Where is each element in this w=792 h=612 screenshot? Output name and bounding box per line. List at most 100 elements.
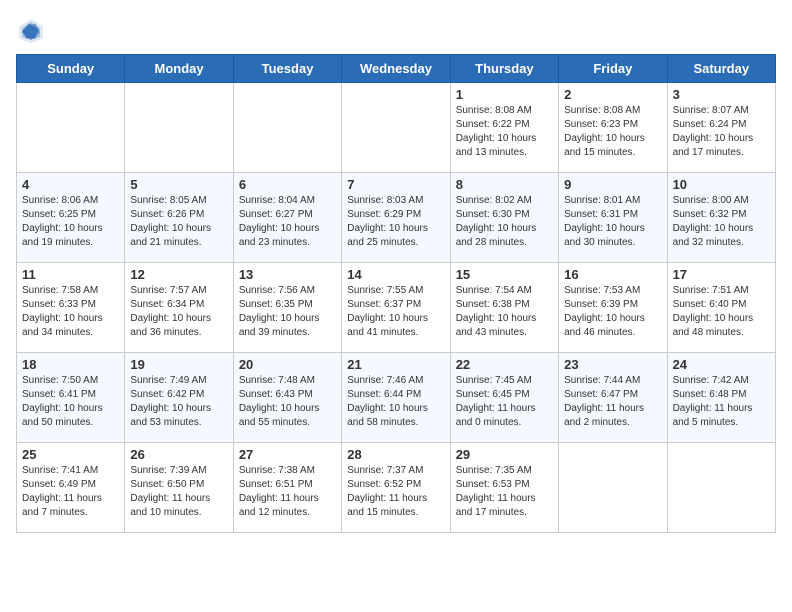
day-number: 15: [456, 267, 553, 282]
calendar-cell: 22 Sunrise: 7:45 AM Sunset: 6:45 PM Dayli…: [450, 353, 558, 443]
calendar-cell: 11Sunrise: 7:58 AM Sunset: 6:33 PM Dayli…: [17, 263, 125, 353]
weekday-header-sunday: Sunday: [17, 55, 125, 83]
calendar-cell: 10 Sunrise: 8:00 AM Sunset: 6:32 PM Dayli…: [667, 173, 775, 263]
day-number: 22: [456, 357, 553, 372]
calendar-cell: 15 Sunrise: 7:54 AM Sunset: 6:38 PM Dayli…: [450, 263, 558, 353]
calendar-week-5: 25 Sunrise: 7:41 AM Sunset: 6:49 PM Dayli…: [17, 443, 776, 533]
calendar-cell: 5Sunrise: 8:05 AM Sunset: 6:26 PM Daylig…: [125, 173, 233, 263]
day-number: 26: [130, 447, 227, 462]
calendar-cell: 27Sunrise: 7:38 AM Sunset: 6:51 PM Dayli…: [233, 443, 341, 533]
page-header: [16, 16, 776, 46]
weekday-header-wednesday: Wednesday: [342, 55, 450, 83]
day-number: 9: [564, 177, 661, 192]
calendar-cell: 26Sunrise: 7:39 AM Sunset: 6:50 PM Dayli…: [125, 443, 233, 533]
calendar-week-1: 1 Sunrise: 8:08 AM Sunset: 6:22 PM Daylig…: [17, 83, 776, 173]
day-number: 10: [673, 177, 770, 192]
calendar-cell: 17 Sunrise: 7:51 AM Sunset: 6:40 PM Dayli…: [667, 263, 775, 353]
day-number: 3: [673, 87, 770, 102]
calendar-cell: 9 Sunrise: 8:01 AM Sunset: 6:31 PM Daylig…: [559, 173, 667, 263]
weekday-header-tuesday: Tuesday: [233, 55, 341, 83]
calendar-cell: 21 Sunrise: 7:46 AM Sunset: 6:44 PM Dayli…: [342, 353, 450, 443]
day-number: 25: [22, 447, 119, 462]
day-info: Sunrise: 8:08 AM Sunset: 6:23 PM Dayligh…: [564, 104, 661, 160]
day-number: 6: [239, 177, 336, 192]
calendar-week-2: 4 Sunrise: 8:06 AM Sunset: 6:25 PM Daylig…: [17, 173, 776, 263]
calendar-cell: [233, 83, 341, 173]
day-number: 23: [564, 357, 661, 372]
day-number: 17: [673, 267, 770, 282]
calendar-week-3: 11Sunrise: 7:58 AM Sunset: 6:33 PM Dayli…: [17, 263, 776, 353]
calendar-cell: 18Sunrise: 7:50 AM Sunset: 6:41 PM Dayli…: [17, 353, 125, 443]
day-number: 20: [239, 357, 336, 372]
calendar-cell: 7 Sunrise: 8:03 AM Sunset: 6:29 PM Daylig…: [342, 173, 450, 263]
weekday-header-monday: Monday: [125, 55, 233, 83]
day-info: Sunrise: 8:01 AM Sunset: 6:31 PM Dayligh…: [564, 194, 661, 250]
day-info: Sunrise: 7:38 AM Sunset: 6:51 PM Dayligh…: [239, 464, 336, 520]
calendar-cell: 1 Sunrise: 8:08 AM Sunset: 6:22 PM Daylig…: [450, 83, 558, 173]
calendar-cell: [559, 443, 667, 533]
day-info: Sunrise: 8:03 AM Sunset: 6:29 PM Dayligh…: [347, 194, 444, 250]
calendar-cell: [17, 83, 125, 173]
calendar-cell: 3 Sunrise: 8:07 AM Sunset: 6:24 PM Daylig…: [667, 83, 775, 173]
day-number: 12: [130, 267, 227, 282]
calendar-cell: 25 Sunrise: 7:41 AM Sunset: 6:49 PM Dayli…: [17, 443, 125, 533]
calendar-week-4: 18Sunrise: 7:50 AM Sunset: 6:41 PM Dayli…: [17, 353, 776, 443]
day-number: 8: [456, 177, 553, 192]
day-info: Sunrise: 7:50 AM Sunset: 6:41 PM Dayligh…: [22, 374, 119, 430]
calendar-cell: 23 Sunrise: 7:44 AM Sunset: 6:47 PM Dayli…: [559, 353, 667, 443]
calendar-cell: 14 Sunrise: 7:55 AM Sunset: 6:37 PM Dayli…: [342, 263, 450, 353]
calendar-cell: 29Sunrise: 7:35 AM Sunset: 6:53 PM Dayli…: [450, 443, 558, 533]
weekday-header-saturday: Saturday: [667, 55, 775, 83]
calendar-cell: 24Sunrise: 7:42 AM Sunset: 6:48 PM Dayli…: [667, 353, 775, 443]
day-number: 21: [347, 357, 444, 372]
day-number: 13: [239, 267, 336, 282]
calendar-cell: 6 Sunrise: 8:04 AM Sunset: 6:27 PM Daylig…: [233, 173, 341, 263]
calendar-cell: 12Sunrise: 7:57 AM Sunset: 6:34 PM Dayli…: [125, 263, 233, 353]
calendar-cell: 16 Sunrise: 7:53 AM Sunset: 6:39 PM Dayli…: [559, 263, 667, 353]
calendar-cell: 13 Sunrise: 7:56 AM Sunset: 6:35 PM Dayli…: [233, 263, 341, 353]
day-info: Sunrise: 7:53 AM Sunset: 6:39 PM Dayligh…: [564, 284, 661, 340]
day-info: Sunrise: 7:56 AM Sunset: 6:35 PM Dayligh…: [239, 284, 336, 340]
calendar-cell: 2 Sunrise: 8:08 AM Sunset: 6:23 PM Daylig…: [559, 83, 667, 173]
calendar-cell: 19 Sunrise: 7:49 AM Sunset: 6:42 PM Dayli…: [125, 353, 233, 443]
day-info: Sunrise: 7:41 AM Sunset: 6:49 PM Dayligh…: [22, 464, 119, 520]
day-number: 2: [564, 87, 661, 102]
day-info: Sunrise: 7:44 AM Sunset: 6:47 PM Dayligh…: [564, 374, 661, 430]
day-number: 24: [673, 357, 770, 372]
calendar-cell: [125, 83, 233, 173]
day-info: Sunrise: 8:04 AM Sunset: 6:27 PM Dayligh…: [239, 194, 336, 250]
day-number: 19: [130, 357, 227, 372]
day-number: 1: [456, 87, 553, 102]
day-number: 4: [22, 177, 119, 192]
day-info: Sunrise: 7:58 AM Sunset: 6:33 PM Dayligh…: [22, 284, 119, 340]
day-info: Sunrise: 7:37 AM Sunset: 6:52 PM Dayligh…: [347, 464, 444, 520]
day-number: 28: [347, 447, 444, 462]
calendar-table: SundayMondayTuesdayWednesdayThursdayFrid…: [16, 54, 776, 533]
day-info: Sunrise: 7:46 AM Sunset: 6:44 PM Dayligh…: [347, 374, 444, 430]
weekday-header-thursday: Thursday: [450, 55, 558, 83]
calendar-cell: [342, 83, 450, 173]
day-info: Sunrise: 7:55 AM Sunset: 6:37 PM Dayligh…: [347, 284, 444, 340]
day-info: Sunrise: 7:49 AM Sunset: 6:42 PM Dayligh…: [130, 374, 227, 430]
logo-icon: [16, 16, 46, 46]
day-info: Sunrise: 7:54 AM Sunset: 6:38 PM Dayligh…: [456, 284, 553, 340]
day-info: Sunrise: 8:02 AM Sunset: 6:30 PM Dayligh…: [456, 194, 553, 250]
calendar-cell: 4 Sunrise: 8:06 AM Sunset: 6:25 PM Daylig…: [17, 173, 125, 263]
day-number: 16: [564, 267, 661, 282]
day-number: 5: [130, 177, 227, 192]
day-info: Sunrise: 8:00 AM Sunset: 6:32 PM Dayligh…: [673, 194, 770, 250]
calendar-cell: [667, 443, 775, 533]
day-info: Sunrise: 8:07 AM Sunset: 6:24 PM Dayligh…: [673, 104, 770, 160]
day-number: 7: [347, 177, 444, 192]
calendar-cell: 20 Sunrise: 7:48 AM Sunset: 6:43 PM Dayli…: [233, 353, 341, 443]
calendar-cell: 8 Sunrise: 8:02 AM Sunset: 6:30 PM Daylig…: [450, 173, 558, 263]
day-info: Sunrise: 7:48 AM Sunset: 6:43 PM Dayligh…: [239, 374, 336, 430]
day-info: Sunrise: 8:08 AM Sunset: 6:22 PM Dayligh…: [456, 104, 553, 160]
day-number: 29: [456, 447, 553, 462]
day-info: Sunrise: 7:45 AM Sunset: 6:45 PM Dayligh…: [456, 374, 553, 430]
day-info: Sunrise: 7:51 AM Sunset: 6:40 PM Dayligh…: [673, 284, 770, 340]
day-info: Sunrise: 8:06 AM Sunset: 6:25 PM Dayligh…: [22, 194, 119, 250]
weekday-header-friday: Friday: [559, 55, 667, 83]
logo: [16, 16, 50, 46]
day-number: 14: [347, 267, 444, 282]
